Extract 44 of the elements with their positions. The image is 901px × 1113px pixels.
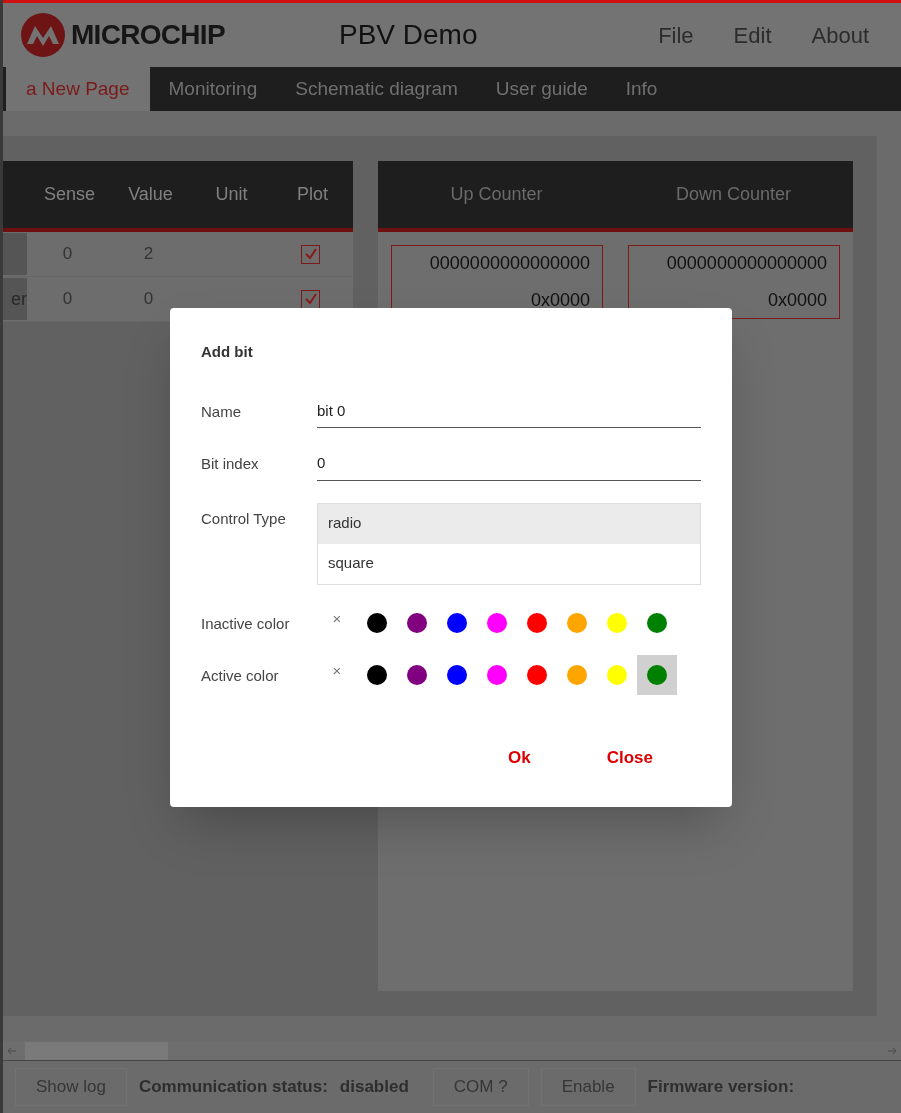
hex-value: 0x0000 (530, 289, 590, 312)
dialog-title: Add bit (201, 342, 254, 362)
counter-title: Down Counter (674, 183, 793, 206)
tab[interactable]: Monitoring (149, 67, 277, 111)
table-cell-text: 2 (142, 243, 155, 266)
field-label: Inactive color (201, 614, 291, 635)
no-color-option[interactable]: × (317, 654, 357, 695)
tab[interactable]: Info (606, 67, 677, 111)
app-title: PBV Demo (339, 18, 479, 52)
table-cell-text: 0 (61, 288, 74, 311)
no-color-option[interactable]: × (317, 602, 357, 643)
logo-icon (19, 12, 67, 58)
firmware-label: Firmware version: (647, 1076, 795, 1099)
field-label: Name (201, 401, 242, 422)
input-field[interactable]: bit 0 (317, 399, 701, 428)
row-label (3, 233, 27, 275)
tab[interactable]: a New Page (6, 67, 150, 111)
status-label: Communication status: (138, 1076, 328, 1099)
dialog-button[interactable]: Ok (500, 740, 539, 774)
hex-value: 0x0000 (767, 289, 827, 312)
table-cell-text: 0 (142, 288, 155, 311)
swatch-option[interactable] (637, 654, 677, 695)
tab[interactable]: User guide (476, 67, 607, 111)
field-label: Active color (201, 666, 280, 687)
field-label: Control Type (201, 508, 287, 529)
list-option[interactable]: radio (318, 503, 700, 544)
column-header: Sense (42, 183, 96, 206)
tab[interactable]: Schematic diagram (276, 67, 477, 111)
field-label: Bit index (201, 454, 260, 474)
menu-item[interactable]: Edit (733, 18, 772, 52)
plot-checkbox[interactable] (301, 244, 320, 264)
table-cell-text: 0 (61, 243, 74, 266)
binary-value: 0000000000000000 (666, 252, 827, 275)
counter-title: Up Counter (449, 183, 544, 206)
logo-text: MICROCHIP (71, 18, 225, 52)
column-header: Plot (296, 183, 329, 206)
menu-item[interactable]: File (658, 18, 694, 52)
menu-item[interactable]: About (811, 18, 869, 52)
status-value: disabled (339, 1076, 409, 1099)
input-field[interactable]: 0 (317, 452, 701, 481)
dialog-button[interactable]: Close (598, 740, 661, 774)
binary-value: 0000000000000000 (429, 252, 590, 275)
column-header: Value (127, 183, 174, 206)
column-header: Unit (214, 183, 249, 206)
